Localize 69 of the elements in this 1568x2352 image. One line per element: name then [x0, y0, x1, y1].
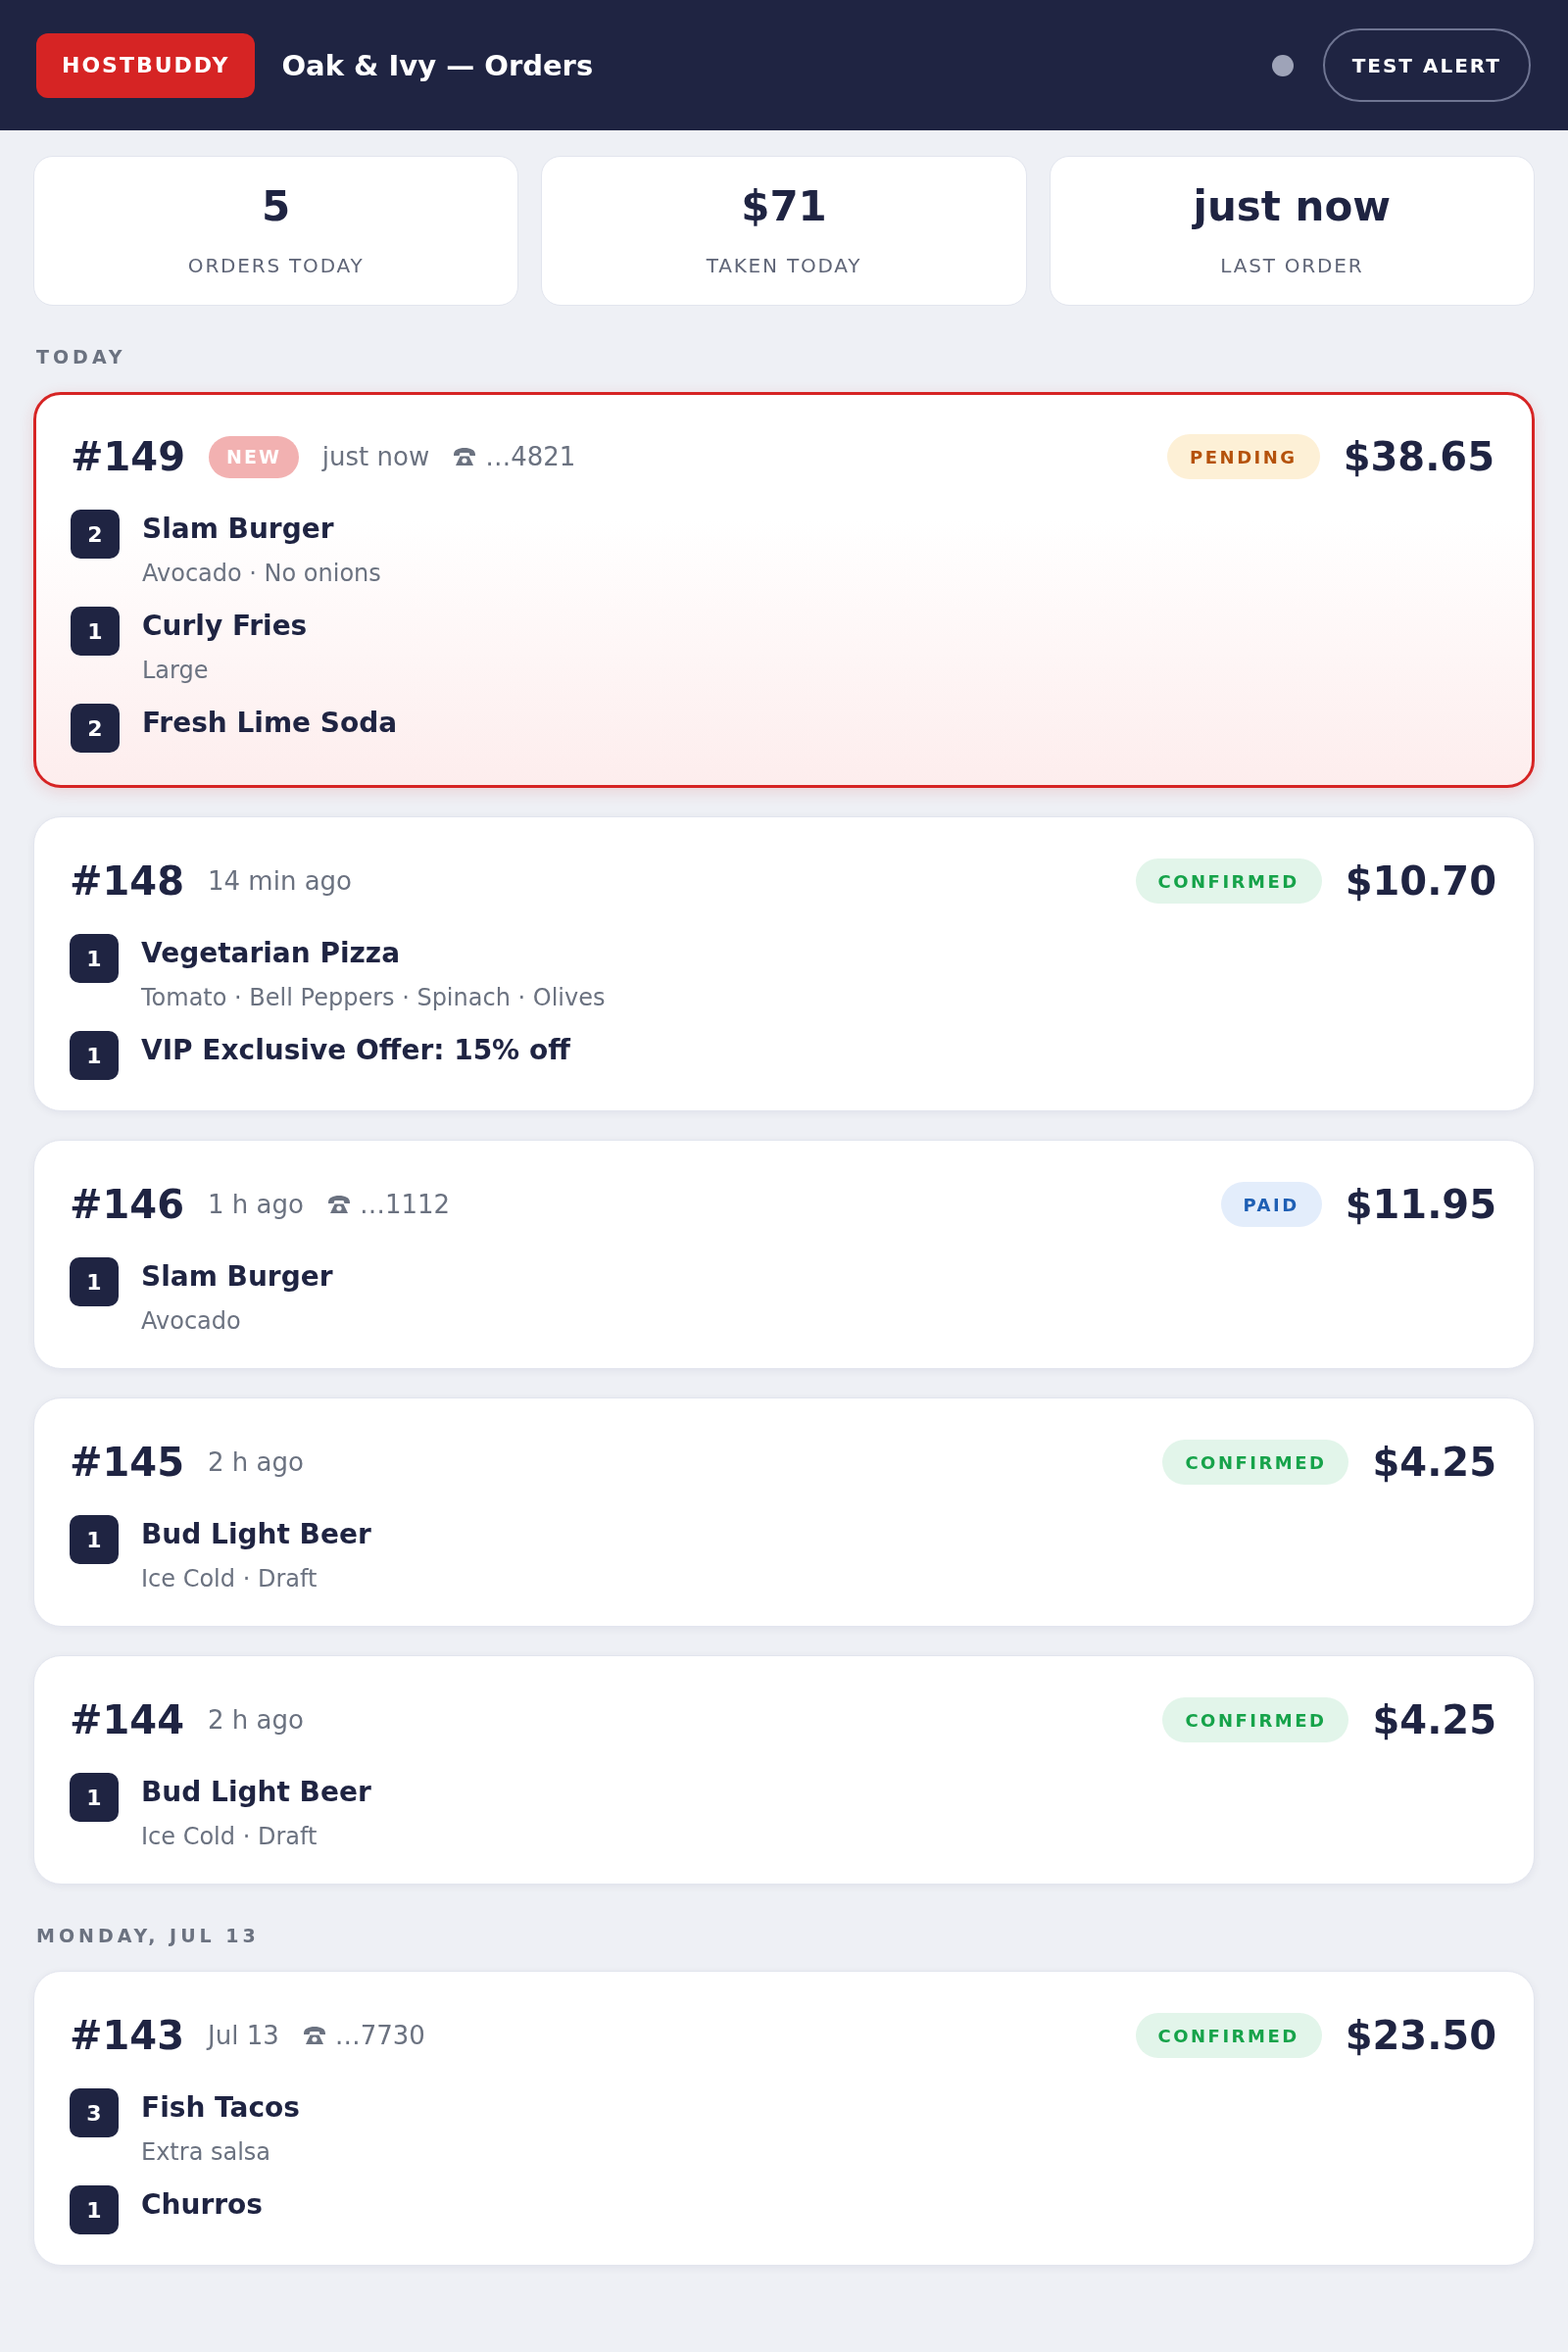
phone-icon — [302, 2026, 326, 2045]
item-name: Slam Burger — [141, 1259, 333, 1295]
status-badge: CONFIRMED — [1135, 2013, 1322, 2058]
order-number: #143 — [70, 2013, 184, 2058]
order-total: $10.70 — [1345, 858, 1496, 904]
item-modifiers: Avocado — [141, 1306, 242, 1337]
quantity-badge: 1 — [70, 2185, 119, 2234]
section-heading: TODAY — [36, 345, 127, 368]
stat-value: 5 — [262, 183, 291, 230]
section-heading: MONDAY, JUL 13 — [36, 1924, 261, 1947]
stat-value: just now — [1193, 183, 1392, 230]
quantity-badge: 2 — [71, 704, 120, 753]
status-badge: PENDING — [1167, 434, 1320, 479]
new-badge: NEW — [209, 435, 299, 478]
order-total: $11.95 — [1345, 1182, 1496, 1227]
item-name: Churros — [141, 2187, 263, 2223]
phone-icon — [326, 1195, 351, 1214]
item-name: VIP Exclusive Offer: 15% off — [141, 1033, 570, 1068]
order-time: just now — [321, 442, 430, 471]
quantity-badge: 1 — [70, 1031, 119, 1080]
order-total: $4.25 — [1372, 1440, 1496, 1485]
quantity-badge: 1 — [70, 1257, 119, 1306]
item-modifiers: Ice Cold · Draft — [141, 1822, 318, 1852]
quantity-badge: 1 — [70, 1773, 119, 1822]
order-number: #145 — [70, 1440, 184, 1485]
item-name: Bud Light Beer — [141, 1775, 371, 1810]
order-time: 2 h ago — [208, 1447, 304, 1477]
order-total: $4.25 — [1372, 1697, 1496, 1742]
order-time: 2 h ago — [208, 1705, 304, 1735]
stat-label: LAST ORDER — [1220, 254, 1364, 277]
phone-number: …7730 — [334, 2021, 425, 2050]
quantity-badge: 1 — [70, 934, 119, 983]
quantity-badge: 3 — [70, 2088, 119, 2137]
status-badge: CONFIRMED — [1162, 1440, 1349, 1485]
phone-icon — [453, 447, 477, 466]
quantity-badge: 1 — [70, 1515, 119, 1564]
order-time: 1 h ago — [208, 1190, 304, 1219]
status-badge: PAID — [1220, 1182, 1322, 1227]
order-time: 14 min ago — [208, 866, 352, 896]
brand-logo: HOSTBUDDY — [36, 32, 256, 98]
item-name: Slam Burger — [142, 512, 335, 547]
item-name: Fresh Lime Soda — [142, 706, 398, 741]
order-number: #149 — [71, 434, 185, 479]
item-name: Curly Fries — [142, 609, 308, 644]
test-alert-button[interactable]: TEST ALERT — [1322, 28, 1531, 102]
page-title: Oak & Ivy — Orders — [281, 48, 594, 82]
status-badge: CONFIRMED — [1135, 858, 1322, 904]
order-number: #144 — [70, 1697, 184, 1742]
item-modifiers: Large — [142, 656, 210, 686]
order-total: $23.50 — [1345, 2013, 1496, 2058]
item-name: Vegetarian Pizza — [141, 936, 402, 971]
status-badge: CONFIRMED — [1162, 1697, 1349, 1742]
item-name: Bud Light Beer — [141, 1517, 371, 1552]
quantity-badge: 1 — [71, 607, 120, 656]
quantity-badge: 2 — [71, 510, 120, 559]
stat-label: ORDERS TODAY — [187, 254, 365, 277]
item-modifiers: Extra salsa — [141, 2137, 272, 2168]
order-total: $38.65 — [1343, 434, 1494, 479]
item-modifiers: Ice Cold · Draft — [141, 1564, 318, 1594]
order-number: #148 — [70, 858, 184, 904]
order-time: Jul 13 — [208, 2021, 279, 2050]
phone-number: …1112 — [359, 1190, 451, 1219]
item-modifiers: Tomato · Bell Peppers · Spinach · Olives — [141, 983, 606, 1013]
order-number: #146 — [70, 1182, 184, 1227]
item-modifiers: Avocado · No onions — [142, 559, 381, 589]
stat-label: TAKEN TODAY — [706, 254, 862, 277]
item-name: Fish Tacos — [141, 2090, 300, 2126]
phone-number: …4821 — [485, 442, 576, 471]
stat-value: $71 — [741, 183, 827, 230]
